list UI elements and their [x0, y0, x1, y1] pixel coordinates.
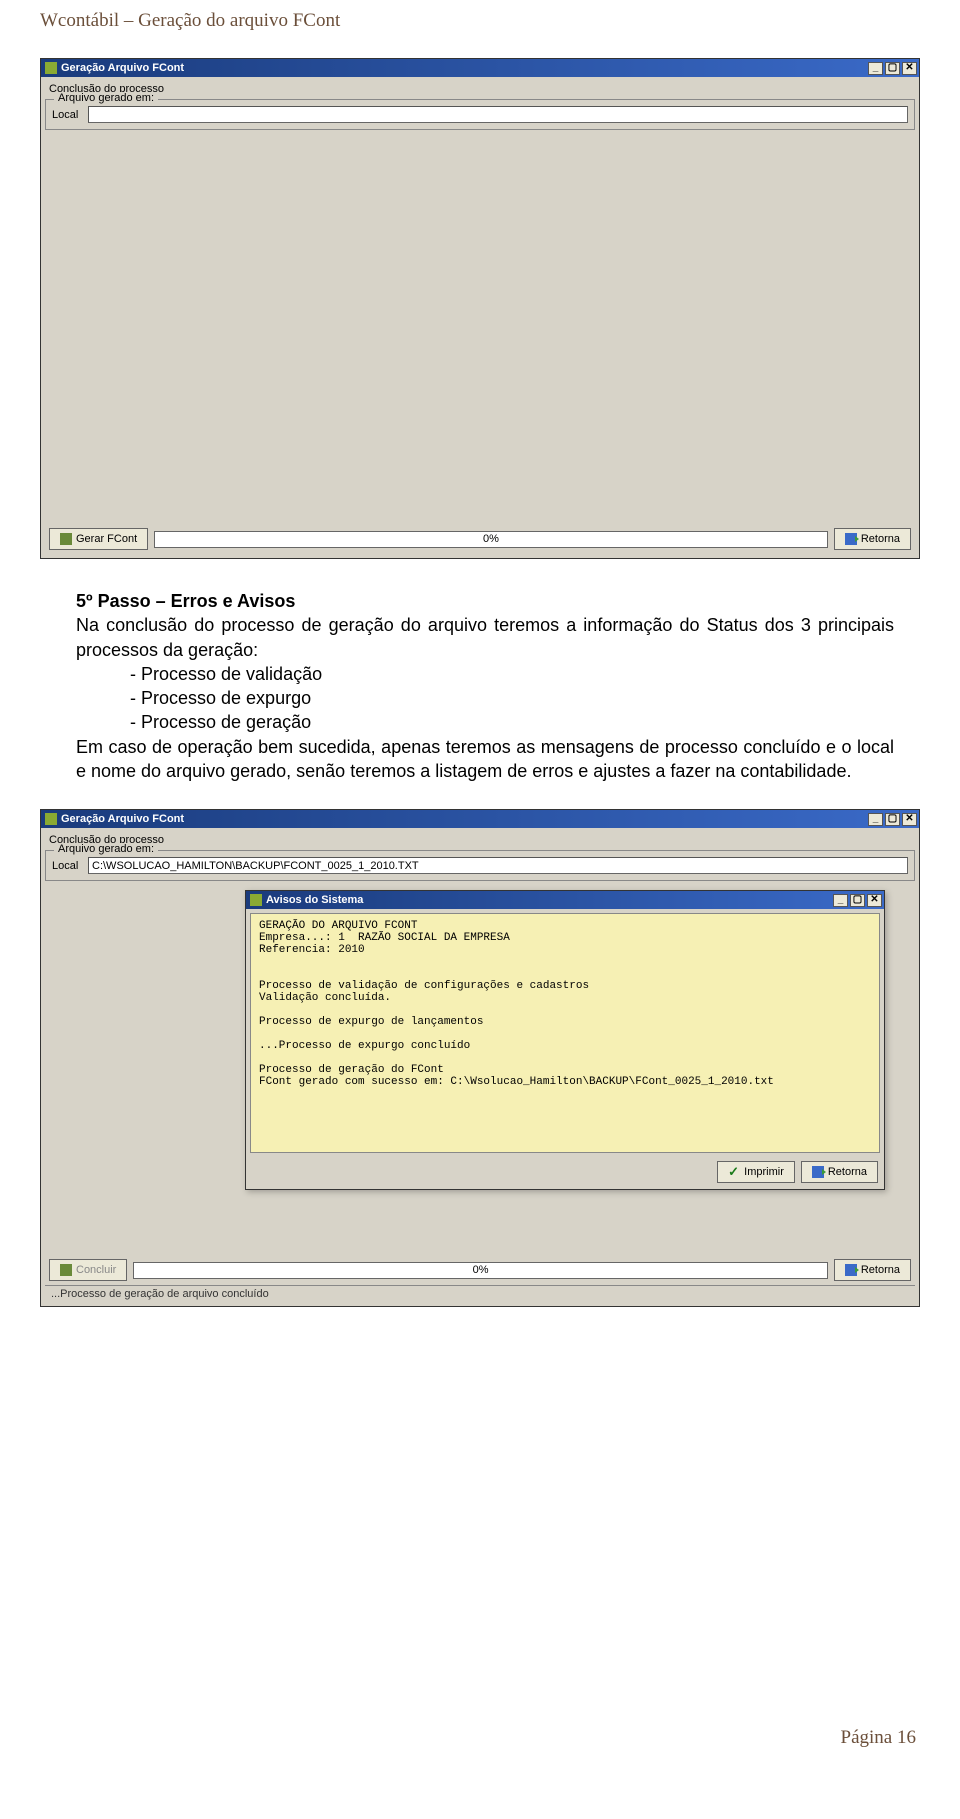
app-icon [45, 813, 57, 825]
group-label: Arquivo gerado em: [54, 92, 158, 104]
bullet-line: - Processo de validação [130, 662, 894, 686]
button-label: Imprimir [744, 1166, 784, 1178]
subtitle-label: Conclusão do processo [49, 834, 911, 846]
titlebar[interactable]: Avisos do Sistema _ ▢ ✕ [246, 891, 884, 909]
group-label: Arquivo gerado em: [54, 843, 158, 855]
paragraph: Em caso de operação bem sucedida, apenas… [76, 735, 894, 784]
bottom-toolbar: Concluir 0% Retorna [45, 1255, 915, 1285]
retorna-button[interactable]: Retorna [834, 528, 911, 550]
button-label: Concluir [76, 1264, 116, 1276]
imprimir-button[interactable]: Imprimir [717, 1161, 795, 1183]
blank-area [45, 134, 915, 524]
gear-icon [60, 533, 72, 545]
titlebar[interactable]: Geração Arquivo FCont _ ▢ ✕ [41, 810, 919, 828]
door-icon [812, 1166, 824, 1178]
close-button[interactable]: ✕ [902, 62, 917, 75]
group-arquivo-gerado: Arquivo gerado em: Local [45, 99, 915, 130]
button-label: Retorna [861, 1264, 900, 1276]
local-input[interactable] [88, 857, 908, 874]
local-label: Local [52, 860, 84, 872]
minimize-button[interactable]: _ [868, 62, 883, 75]
local-label: Local [52, 109, 84, 121]
gerar-fcont-button[interactable]: Gerar FCont [49, 528, 148, 550]
retorna-button[interactable]: Retorna [834, 1259, 911, 1281]
paragraph: Na conclusão do processo de geração do a… [76, 613, 894, 662]
subtitle-label: Conclusão do processo [49, 83, 911, 95]
maximize-button[interactable]: ▢ [885, 813, 900, 826]
progress-bar: 0% [154, 531, 828, 548]
app-icon [45, 62, 57, 74]
window-avisos: Avisos do Sistema _ ▢ ✕ GERAÇÃO DO ARQUI… [245, 890, 885, 1190]
document-header: Wcontábil – Geração do arquivo FCont [40, 10, 920, 32]
door-icon [845, 1264, 857, 1276]
button-label: Retorna [861, 533, 900, 545]
maximize-button[interactable]: ▢ [850, 894, 865, 907]
group-arquivo-gerado: Arquivo gerado em: Local [45, 850, 915, 881]
window-title: Avisos do Sistema [266, 894, 833, 906]
page-number: Página 16 [40, 1727, 916, 1749]
progress-bar: 0% [133, 1262, 828, 1279]
minimize-button[interactable]: _ [833, 894, 848, 907]
concluir-button[interactable]: Concluir [49, 1259, 127, 1281]
progress-text: 0% [483, 533, 499, 545]
bottom-toolbar: Gerar FCont 0% Retorna [45, 524, 915, 554]
window-title: Geração Arquivo FCont [61, 813, 868, 825]
door-icon [845, 533, 857, 545]
blank-area: Avisos do Sistema _ ▢ ✕ GERAÇÃO DO ARQUI… [45, 885, 915, 1255]
message-log: GERAÇÃO DO ARQUIVO FCONT Empresa...: 1 R… [250, 913, 880, 1153]
statusbar: ...Processo de geração de arquivo conclu… [45, 1285, 915, 1302]
check-icon [728, 1166, 740, 1178]
close-button[interactable]: ✕ [867, 894, 882, 907]
window-geracao-1: Geração Arquivo FCont _ ▢ ✕ Conclusão do… [40, 58, 920, 559]
popup-toolbar: Imprimir Retorna [246, 1157, 884, 1189]
button-label: Gerar FCont [76, 533, 137, 545]
local-input[interactable] [88, 106, 908, 123]
close-button[interactable]: ✕ [902, 813, 917, 826]
bullet-line: - Processo de expurgo [130, 686, 894, 710]
progress-text: 0% [473, 1264, 489, 1276]
section-title: 5º Passo – Erros e Avisos [76, 589, 894, 613]
window-geracao-2: Geração Arquivo FCont _ ▢ ✕ Conclusão do… [40, 809, 920, 1307]
window-title: Geração Arquivo FCont [61, 62, 868, 74]
app-icon [250, 894, 262, 906]
minimize-button[interactable]: _ [868, 813, 883, 826]
maximize-button[interactable]: ▢ [885, 62, 900, 75]
button-label: Retorna [828, 1166, 867, 1178]
titlebar[interactable]: Geração Arquivo FCont _ ▢ ✕ [41, 59, 919, 77]
gear-icon [60, 1264, 72, 1276]
retorna-button[interactable]: Retorna [801, 1161, 878, 1183]
bullet-line: - Processo de geração [130, 710, 894, 734]
instruction-text: 5º Passo – Erros e Avisos Na conclusão d… [76, 589, 894, 783]
